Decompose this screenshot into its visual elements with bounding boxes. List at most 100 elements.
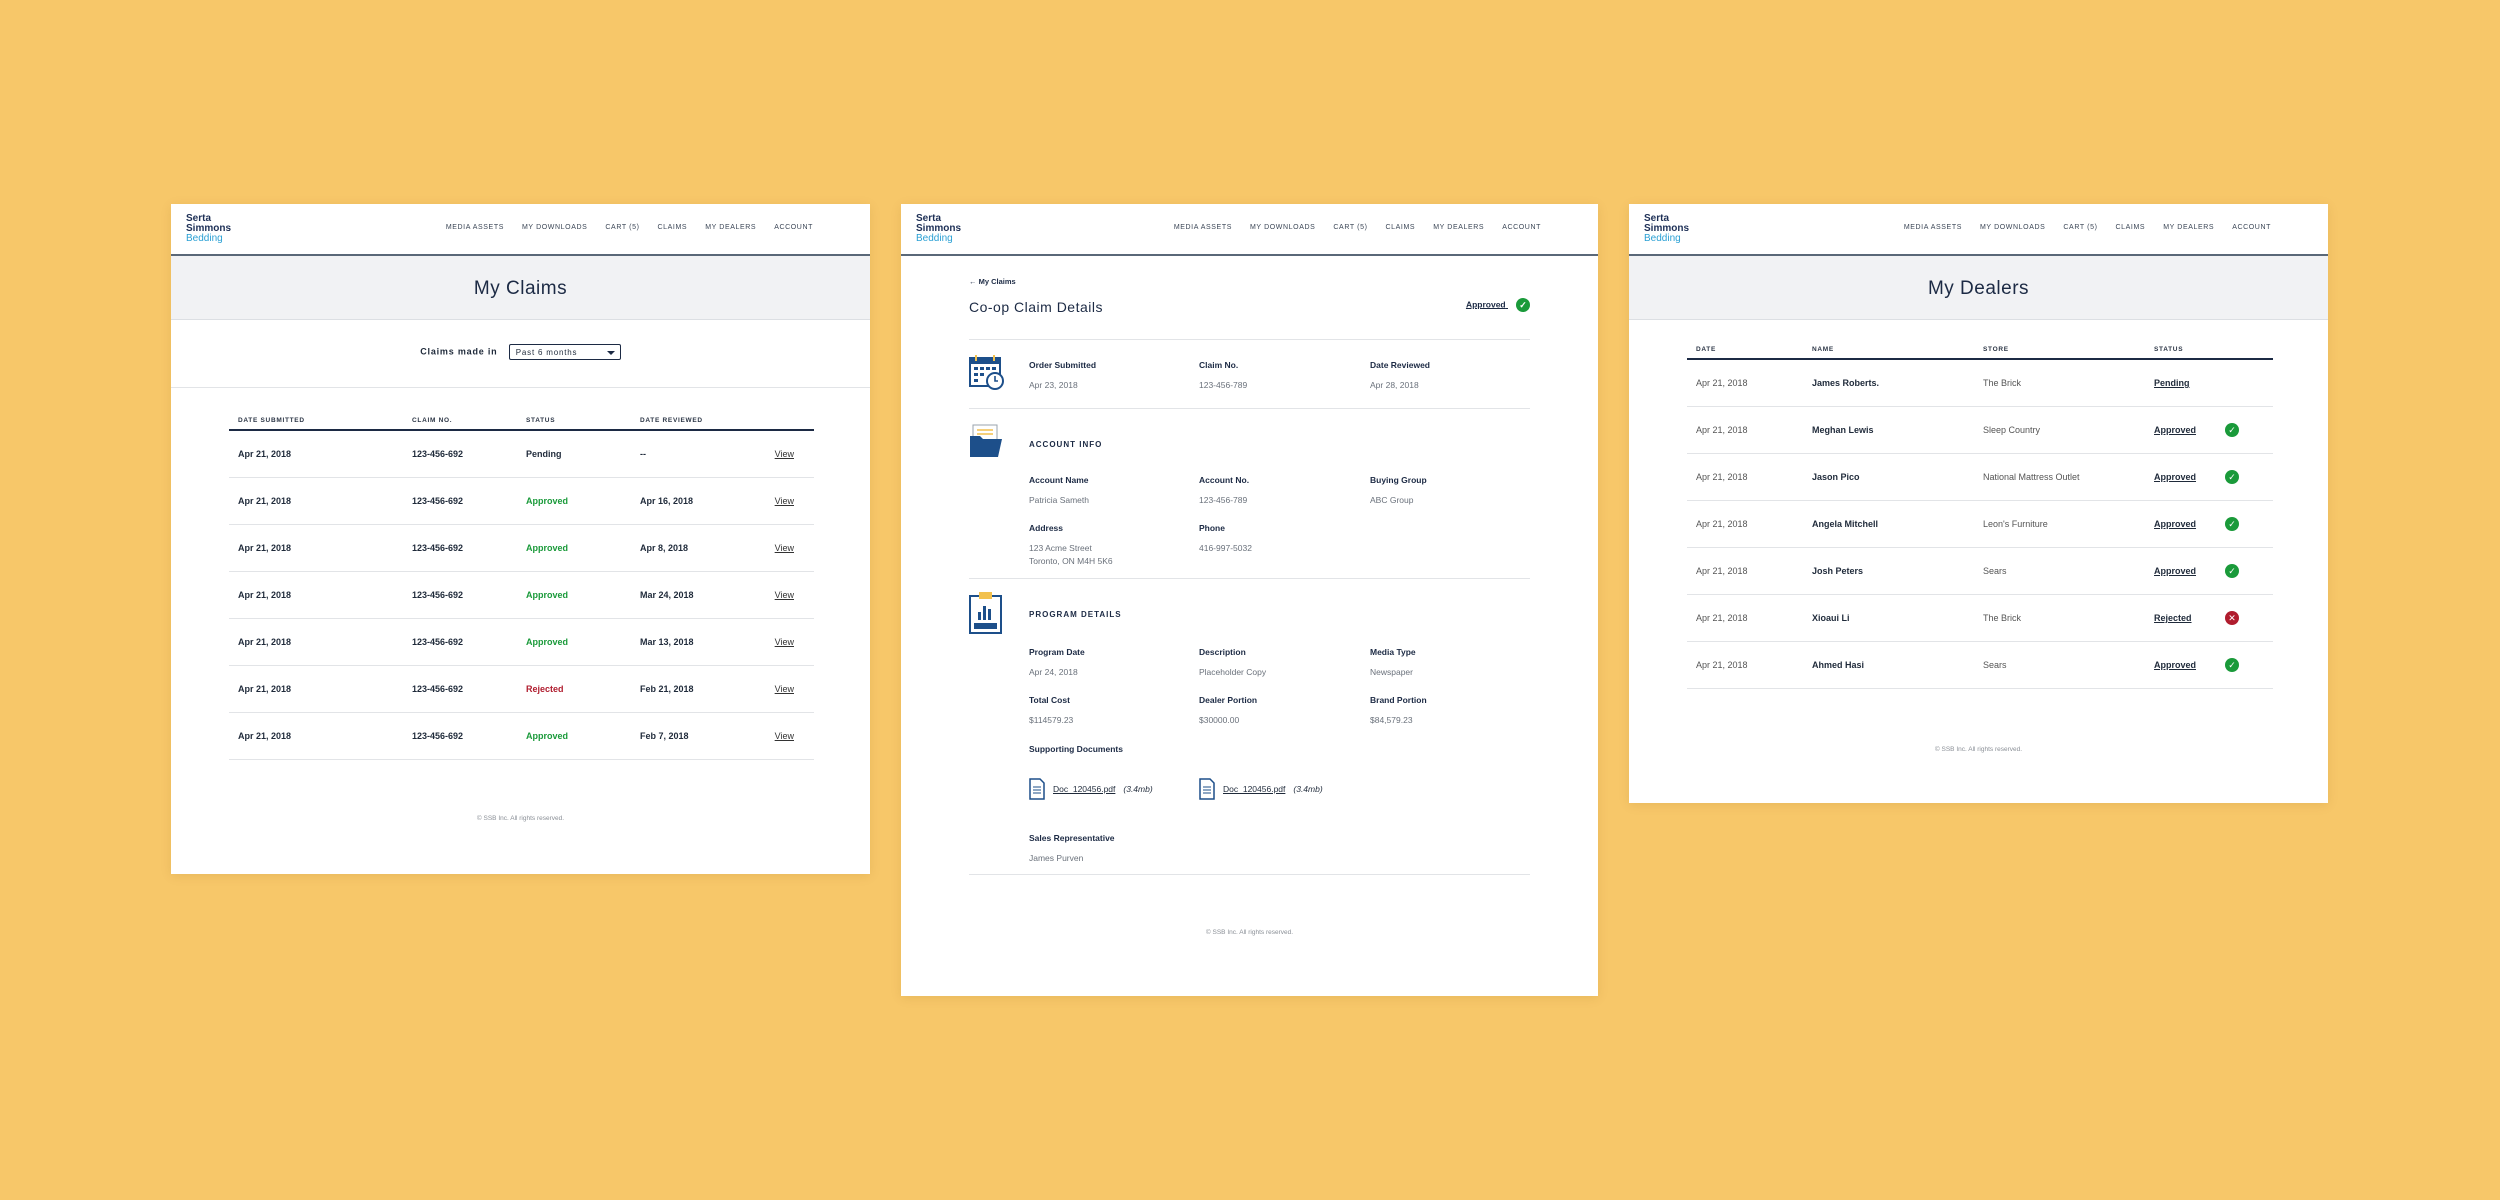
nav-my-dealers[interactable]: MY DEALERS [2163,224,2214,231]
table-row: Apr 21, 2018 James Roberts. The Brick Pendi… [1687,359,2273,407]
nav-my-dealers[interactable]: MY DEALERS [1433,224,1484,231]
nav-my-downloads[interactable]: MY DOWNLOADS [1250,224,1315,231]
field-label: Supporting Documents [1029,744,1123,754]
address-line-2: Toronto, ON M4H 5K6 [1029,556,1113,566]
nav-cart[interactable]: CART (5) [2063,224,2097,231]
nav-cart[interactable]: CART (5) [1333,224,1367,231]
nav-account[interactable]: ACCOUNT [2232,224,2271,231]
field-label: Brand Portion [1370,695,1427,705]
cell-date: Apr 21, 2018 [1687,359,1803,407]
table-row: Apr 21, 2018 123-456-692 Approved Apr 8, 20… [229,524,814,572]
status-link[interactable]: Rejected [2154,613,2192,623]
cell-status-icon: ✓ [2216,641,2273,689]
nav-media-assets[interactable]: MEDIA ASSETS [1174,224,1232,231]
section-heading: PROGRAM DETAILS [1029,610,1122,619]
cell-date-submitted: Apr 21, 2018 [229,665,403,713]
divider [969,578,1530,579]
field-label: Total Cost [1029,695,1070,705]
ssb-logo[interactable]: Serta Simmons Bedding [1644,214,1689,244]
field-label: Buying Group [1370,475,1427,485]
view-link[interactable]: View [775,684,794,694]
logo-line-3: Bedding [916,233,953,244]
nav-claims[interactable]: CLAIMS [2116,224,2146,231]
nav-account[interactable]: ACCOUNT [1502,224,1541,231]
status-link[interactable]: Approved [2154,472,2196,482]
table-row: Apr 21, 2018 123-456-692 Pending -- View [229,430,814,478]
my-claims-panel: Serta Simmons Bedding MEDIA ASSETS MY DO… [171,204,870,874]
col-status: STATUS [517,417,631,431]
field-label: Phone [1199,523,1225,533]
status-link[interactable]: Approved [2154,566,2196,576]
nav-my-dealers[interactable]: MY DEALERS [705,224,756,231]
claims-filter: Claims made in Past 6 months [171,344,870,360]
site-header: Serta Simmons Bedding MEDIA ASSETS MY DO… [1629,204,2328,256]
field-label: Media Type [1370,647,1416,657]
view-link[interactable]: View [775,590,794,600]
status-link[interactable]: Pending [2154,378,2190,388]
field-label: Sales Representative [1029,833,1115,843]
field-label: Claim No. [1199,360,1239,370]
description-field: Description Placeholder Copy [1199,647,1266,679]
status-link[interactable]: Approved [2154,660,2196,670]
supporting-documents-label: Supporting Documents [1029,744,1123,754]
cell-date-submitted: Apr 21, 2018 [229,524,403,572]
nav-my-downloads[interactable]: MY DOWNLOADS [1980,224,2045,231]
col-date-reviewed: DATE REVIEWED [631,417,760,431]
cell-status: Approved [517,618,631,666]
view-link[interactable]: View [775,637,794,647]
divider [969,408,1530,409]
nav-cart[interactable]: CART (5) [605,224,639,231]
cell-status: Approved [517,477,631,525]
ssb-logo[interactable]: Serta Simmons Bedding [186,214,231,244]
cell-date: Apr 21, 2018 [1687,641,1803,689]
account-info-section: ACCOUNT INFO Account Name Patricia Sameth… [969,424,1530,566]
table-header: DATE NAME STORE STATUS [1687,346,2273,360]
cell-store: The Brick [1974,359,2145,407]
view-link[interactable]: View [775,731,794,741]
view-link[interactable]: View [775,496,794,506]
period-select[interactable]: Past 6 months [508,344,621,360]
check-icon: ✓ [2225,423,2239,437]
cell-status: Rejected [517,665,631,713]
view-link[interactable]: View [775,543,794,553]
document-link[interactable]: Doc_120456.pdf (3.4mb) [1199,778,1323,800]
nav-media-assets[interactable]: MEDIA ASSETS [446,224,504,231]
cell-name: Jason Pico [1803,453,1974,501]
cell-status: Approved [517,524,631,572]
cell-date: Apr 21, 2018 [1687,594,1803,642]
nav-account[interactable]: ACCOUNT [774,224,813,231]
nav-my-downloads[interactable]: MY DOWNLOADS [522,224,587,231]
cell-name: Ahmed Hasi [1803,641,1974,689]
site-header: Serta Simmons Bedding MEDIA ASSETS MY DO… [901,204,1598,256]
cell-claim-no: 123-456-692 [403,571,517,619]
footer: © SSB Inc. All rights reserved. [1205,929,1294,936]
table-row: Apr 21, 2018 Xioaui Li The Brick Rejected ✕ [1687,594,2273,642]
cell-date-reviewed: Apr 8, 2018 [631,524,760,572]
nav-claims[interactable]: CLAIMS [658,224,688,231]
ssb-logo[interactable]: Serta Simmons Bedding [916,214,961,244]
cell-date-reviewed: Mar 13, 2018 [631,618,760,666]
folder-icon [970,424,1002,457]
field-value: Apr 28, 2018 [1370,380,1419,390]
field-label: Address [1029,523,1064,533]
page-title: My Claims [473,278,568,299]
sales-rep-field: Sales Representative James Purven [1029,833,1115,865]
breadcrumb[interactable]: ← My Claims [969,277,1016,286]
cell-status-icon: ✓ [2216,406,2273,454]
back-arrow-icon: ← [969,277,977,286]
view-link[interactable]: View [775,449,794,459]
status-link[interactable]: Approved [2154,425,2196,435]
document-name[interactable]: Doc_120456.pdf [1053,784,1115,794]
claim-no-field: Claim No. 123-456-789 [1199,360,1247,392]
field-value: 123 Acme Street Toronto, ON M4H 5K6 [1029,542,1113,568]
nav-claims[interactable]: CLAIMS [1386,224,1416,231]
table-row: Apr 21, 2018 Meghan Lewis Sleep Country App… [1687,406,2273,454]
order-submitted-field: Order Submitted Apr 23, 2018 [1029,360,1096,392]
table-row: Apr 21, 2018 123-456-692 Approved Mar 13, 2… [229,618,814,666]
nav-media-assets[interactable]: MEDIA ASSETS [1904,224,1962,231]
status-link[interactable]: Approved [2154,519,2196,529]
cell-status: Approved [517,571,631,619]
document-name[interactable]: Doc_120456.pdf [1223,784,1285,794]
document-link[interactable]: Doc_120456.pdf (3.4mb) [1029,778,1153,800]
cell-date-reviewed: Feb 21, 2018 [631,665,760,713]
